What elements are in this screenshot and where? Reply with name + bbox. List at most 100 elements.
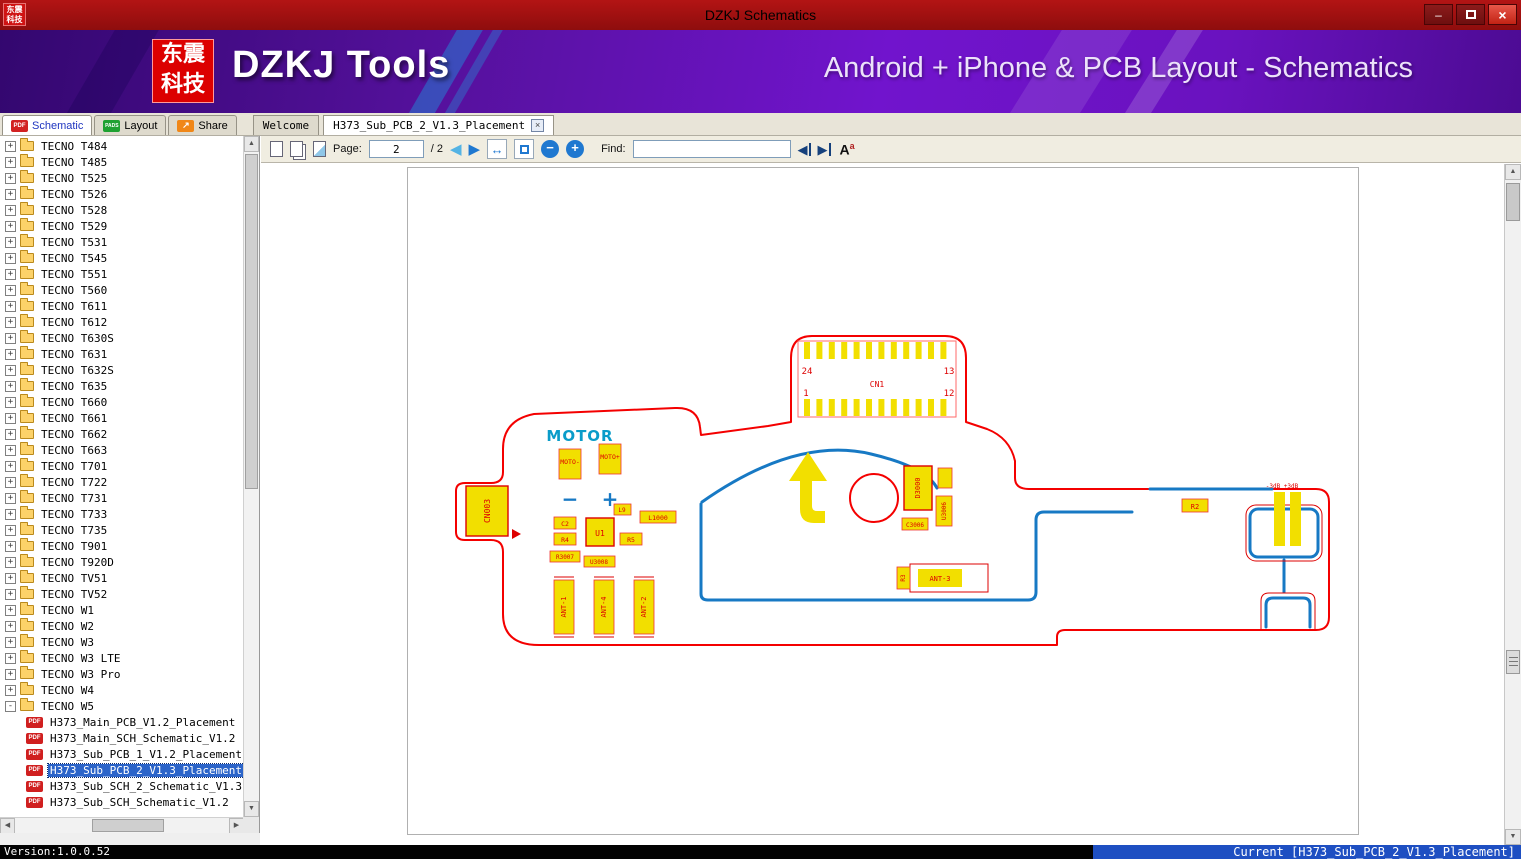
tree-folder-item[interactable]: + TECNO T528 xyxy=(0,202,244,218)
tree-folder-item[interactable]: + TECNO T526 xyxy=(0,186,244,202)
expand-icon[interactable]: + xyxy=(5,540,16,552)
scrollbar-grip[interactable] xyxy=(1506,650,1520,674)
expand-icon[interactable]: + xyxy=(5,252,16,264)
tree-folder-item[interactable]: + TECNO W3 LTE xyxy=(0,650,244,666)
expand-icon[interactable]: + xyxy=(5,508,16,520)
scrollbar-thumb[interactable] xyxy=(245,154,258,489)
expand-icon[interactable]: + xyxy=(5,636,16,648)
tree-folder-item[interactable]: + TECNO T531 xyxy=(0,234,244,250)
close-button[interactable]: × xyxy=(1488,4,1517,25)
expand-icon[interactable]: + xyxy=(5,380,16,392)
expand-icon[interactable]: + xyxy=(5,172,16,184)
tree-folder-item[interactable]: + TECNO W4 xyxy=(0,682,244,698)
tree-folder-item[interactable]: + TECNO T731 xyxy=(0,490,244,506)
tab-share[interactable]: ↗ Share xyxy=(168,115,237,135)
expand-icon[interactable]: + xyxy=(5,156,16,168)
tree-folder-item[interactable]: + TECNO W3 xyxy=(0,634,244,650)
find-next-icon[interactable]: ▶ xyxy=(818,142,831,156)
expand-icon[interactable]: + xyxy=(5,588,16,600)
expand-icon[interactable]: + xyxy=(5,604,16,616)
expand-icon[interactable]: + xyxy=(5,524,16,536)
fit-width-button[interactable]: ↔ xyxy=(487,139,508,159)
tree-folder-item[interactable]: + TECNO T551 xyxy=(0,266,244,282)
expand-icon[interactable]: + xyxy=(5,348,16,360)
tree-folder-item[interactable]: + TECNO T635 xyxy=(0,378,244,394)
tree-horizontal-scrollbar[interactable]: ◀ ▶ xyxy=(0,817,244,834)
tree-folder-item[interactable]: + TECNO T663 xyxy=(0,442,244,458)
tree-folder-item[interactable]: + TECNO T701 xyxy=(0,458,244,474)
page-thumbnail-icon[interactable] xyxy=(270,141,283,157)
expand-icon[interactable]: + xyxy=(5,204,16,216)
expand-icon[interactable]: + xyxy=(5,684,16,696)
tree-folder-item[interactable]: - TECNO W5 xyxy=(0,698,244,714)
expand-icon[interactable]: + xyxy=(5,476,16,488)
expand-icon[interactable]: + xyxy=(5,492,16,504)
tab-layout[interactable]: PADS Layout xyxy=(94,115,167,135)
tab-close-icon[interactable]: × xyxy=(531,119,545,132)
tree-folder-item[interactable]: + TECNO T901 xyxy=(0,538,244,554)
tree-folder-item[interactable]: + TECNO T612 xyxy=(0,314,244,330)
tab-placement-document[interactable]: H373_Sub_PCB_2_V1.3_Placement × xyxy=(323,115,555,135)
expand-icon[interactable]: + xyxy=(5,668,16,680)
expand-icon[interactable]: + xyxy=(5,556,16,568)
tree-folder-item[interactable]: + TECNO T560 xyxy=(0,282,244,298)
tab-schematic[interactable]: PDF Schematic xyxy=(2,115,93,135)
find-input[interactable] xyxy=(632,140,791,158)
tree-folder-item[interactable]: + TECNO T660 xyxy=(0,394,244,410)
tree-folder-item[interactable]: + TECNO T485 xyxy=(0,154,244,170)
tree-folder-item[interactable]: + TECNO T733 xyxy=(0,506,244,522)
tab-welcome[interactable]: Welcome xyxy=(252,115,320,135)
expand-icon[interactable]: + xyxy=(5,572,16,584)
expand-icon[interactable]: + xyxy=(5,236,16,248)
expand-icon[interactable]: + xyxy=(5,428,16,440)
tree-folder-item[interactable]: + TECNO W2 xyxy=(0,618,244,634)
tree-document-item[interactable]: PDF H373_Sub_SCH_2_Schematic_V1.3 xyxy=(0,778,244,794)
tree-document-item[interactable]: PDF H373_Sub_SCH_Schematic_V1.2 xyxy=(0,794,244,810)
expand-icon[interactable]: + xyxy=(5,412,16,424)
expand-icon[interactable]: + xyxy=(5,300,16,312)
page-number-input[interactable] xyxy=(368,140,424,158)
expand-icon[interactable]: + xyxy=(5,268,16,280)
zoom-in-button[interactable]: + xyxy=(566,140,585,158)
tree-folder-item[interactable]: + TECNO T632S xyxy=(0,362,244,378)
minimize-button[interactable]: – xyxy=(1424,4,1453,25)
tree-folder-item[interactable]: + TECNO T630S xyxy=(0,330,244,346)
expand-icon[interactable]: + xyxy=(5,396,16,408)
expand-icon[interactable]: + xyxy=(5,188,16,200)
expand-icon[interactable]: + xyxy=(5,652,16,664)
snapshot-icon[interactable] xyxy=(313,141,326,157)
tree-folder-item[interactable]: + TECNO W1 xyxy=(0,602,244,618)
document-viewport[interactable]: MOTOR MOTO- MOTO+ − + 24 13 1 12 CN1 CN0… xyxy=(261,164,1504,845)
expand-icon[interactable]: + xyxy=(5,444,16,456)
scroll-down-icon[interactable]: ▼ xyxy=(244,801,259,817)
zoom-out-button[interactable]: − xyxy=(541,140,560,158)
expand-icon[interactable]: + xyxy=(5,332,16,344)
tree-folder-item[interactable]: + TECNO TV51 xyxy=(0,570,244,586)
tree-folder-item[interactable]: + TECNO T611 xyxy=(0,298,244,314)
scroll-right-icon[interactable]: ▶ xyxy=(229,818,244,834)
next-page-button[interactable]: ▶ xyxy=(469,142,481,157)
tree-vertical-scrollbar[interactable]: ▲ ▼ xyxy=(243,136,259,817)
expand-icon[interactable]: + xyxy=(5,284,16,296)
tree-document-item[interactable]: PDF H373_Main_PCB_V1.2_Placement xyxy=(0,714,244,730)
scroll-left-icon[interactable]: ◀ xyxy=(0,818,15,834)
scroll-down-icon[interactable]: ▼ xyxy=(1505,829,1521,845)
collapse-icon[interactable]: - xyxy=(5,700,16,712)
scroll-up-icon[interactable]: ▲ xyxy=(244,136,259,152)
expand-icon[interactable]: + xyxy=(5,140,16,152)
scrollbar-thumb[interactable] xyxy=(1506,183,1520,221)
tree-folder-item[interactable]: + TECNO T735 xyxy=(0,522,244,538)
tree-folder-item[interactable]: + TECNO W3 Pro xyxy=(0,666,244,682)
find-previous-icon[interactable]: ◀ xyxy=(798,142,811,156)
expand-icon[interactable]: + xyxy=(5,316,16,328)
tree-document-item[interactable]: PDF H373_Sub_PCB_2_V1.3_Placement xyxy=(0,762,244,778)
expand-icon[interactable]: + xyxy=(5,220,16,232)
expand-icon[interactable]: + xyxy=(5,460,16,472)
copy-page-icon[interactable] xyxy=(290,141,303,157)
tree-folder-item[interactable]: + TECNO T525 xyxy=(0,170,244,186)
previous-page-button[interactable]: ◀ xyxy=(450,142,462,157)
scroll-up-icon[interactable]: ▲ xyxy=(1505,164,1521,180)
expand-icon[interactable]: + xyxy=(5,620,16,632)
tree-folder-item[interactable]: + TECNO T661 xyxy=(0,410,244,426)
tree-folder-item[interactable]: + TECNO T545 xyxy=(0,250,244,266)
